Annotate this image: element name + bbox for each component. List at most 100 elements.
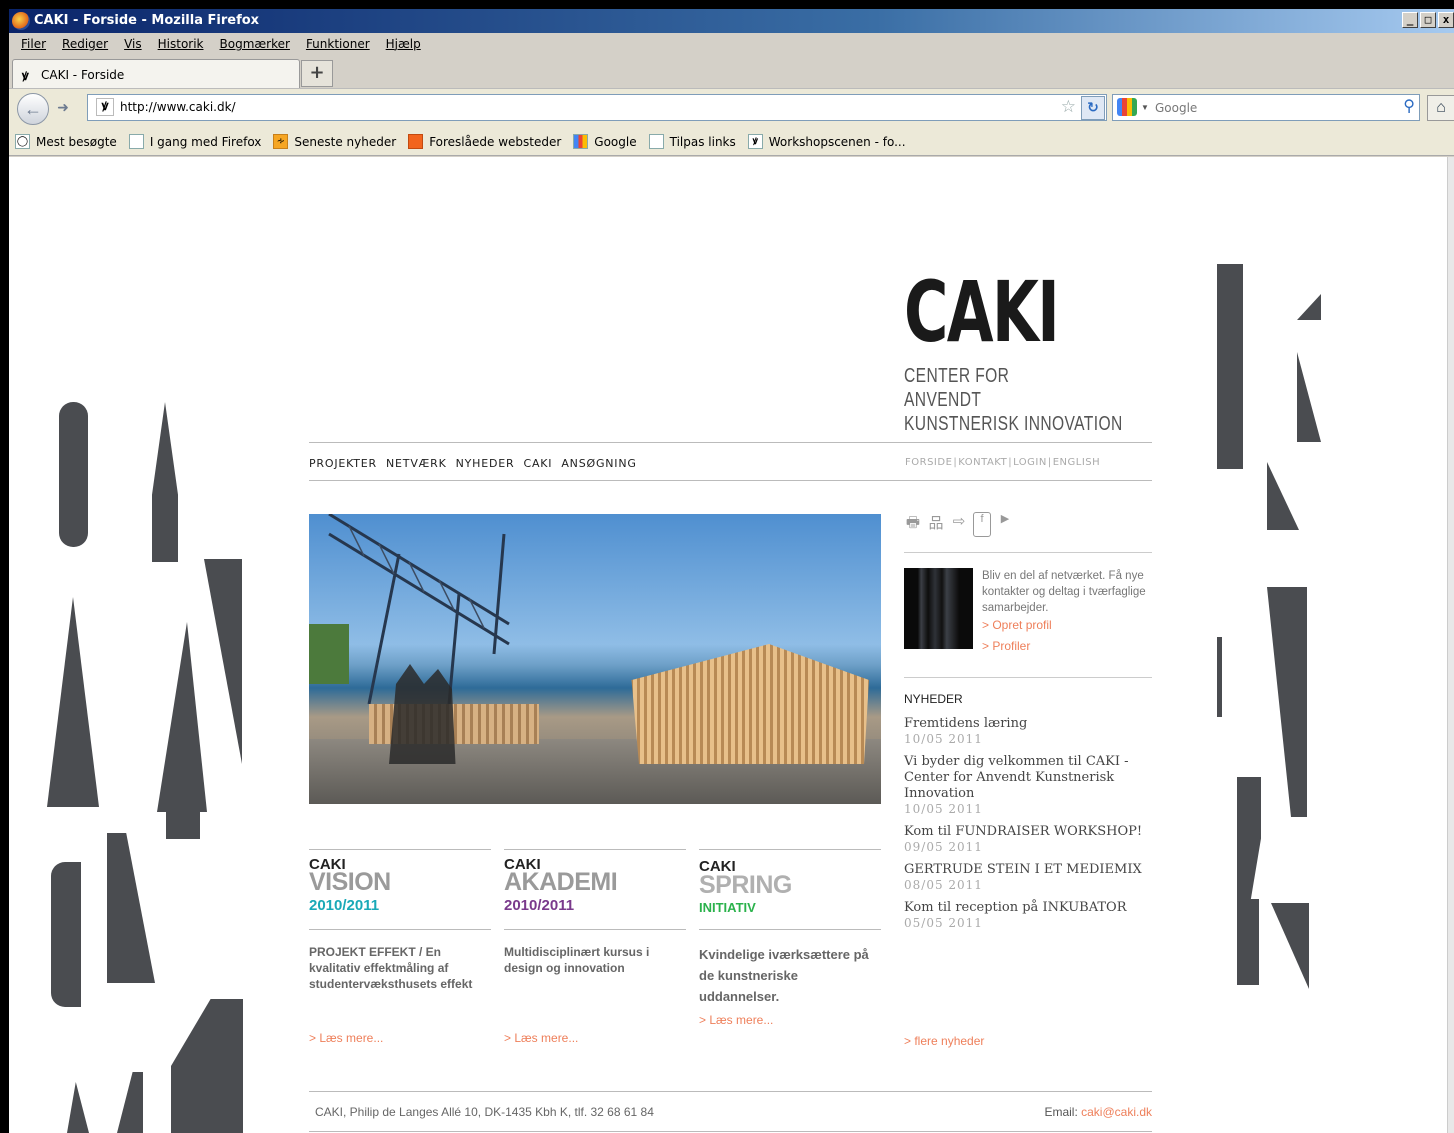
nav-netvaerk[interactable]: NETVÆRK [386,457,447,470]
browser-window: CAKI - Forside - Mozilla Firefox _ □ x F… [9,9,1454,1133]
printer-icon[interactable]: 🖶 [904,512,922,537]
menu-tools[interactable]: Funktioner [298,35,378,57]
bookmark-google[interactable]: Google [573,134,637,149]
news-item[interactable]: Vi byder dig velkommen til CAKI - Center… [904,754,1152,816]
more-news-link[interactable]: > flere nyheder [904,1034,984,1048]
search-bar[interactable]: ▼ Google ⚲ [1112,94,1420,121]
facebook-icon[interactable]: f [973,512,991,537]
news-item[interactable]: Kom til FUNDRAISER WORKSHOP! 09/05 2011 [904,824,1152,854]
news-item[interactable]: Fremtidens læring 10/05 2011 [904,716,1152,746]
navigation-toolbar: ← ➜ ꝟ http://www.caki.dk/ ☆ ▼ ↻ ▼ Google… [9,88,1454,128]
feature-title: VISION [309,868,391,896]
web-page: CAKI CENTER FOR ANVENDT KUNSTNERISK INNO… [9,157,1447,1133]
news-item[interactable]: GERTRUDE STEIN I ET MEDIEMIX 08/05 2011 [904,862,1152,892]
decorative-shape [1217,637,1222,717]
divider [309,1131,1152,1132]
url-bar[interactable]: ꝟ http://www.caki.dk/ ☆ ▼ [87,94,1107,121]
youtube-icon[interactable]: ▶ [996,512,1014,537]
news-title[interactable]: Vi byder dig velkommen til CAKI - Center… [904,754,1152,802]
back-button[interactable]: ← [17,93,49,125]
menu-file[interactable]: Filer [13,35,54,57]
profiles-link[interactable]: > Profiler [982,639,1030,653]
menu-view[interactable]: Vis [116,35,150,57]
news-item[interactable]: Kom til reception på INKUBATOR 05/05 201… [904,900,1152,930]
news-title[interactable]: Kom til FUNDRAISER WORKSHOP! [904,824,1152,840]
site-identity-icon[interactable]: ꝟ [96,98,114,116]
decorative-shape [1217,264,1243,469]
nav-login[interactable]: LOGIN [1013,457,1047,468]
decorative-shape [1271,903,1309,989]
share-icons: 🖶 品 ⇨ f ▶ [904,512,1014,537]
bookmark-suggested-sites[interactable]: Foreslåede websteder [408,134,561,149]
bookmark-workshopscenen[interactable]: ꝟ Workshopscenen - fo... [747,134,906,149]
bookmark-latest-news[interactable]: ∻ Seneste nyheder [273,134,396,149]
caki-logo[interactable]: CAKI CENTER FOR ANVENDT KUNSTNERISK INNO… [904,267,1154,437]
decorative-shape [157,622,207,812]
menu-bookmarks[interactable]: Bogmærker [212,35,298,57]
create-profile-link[interactable]: > Opret profil [982,618,1052,632]
feature-description: Kvindelige iværksættere på de kunstneris… [699,947,869,1004]
news-title[interactable]: GERTRUDE STEIN I ET MEDIEMIX [904,862,1152,878]
nav-caki[interactable]: CAKI [523,457,552,470]
title-bar: CAKI - Forside - Mozilla Firefox _ □ x [9,9,1454,33]
news-heading: NYHEDER [904,692,963,706]
bookmark-star-icon[interactable]: ☆ [1061,97,1076,117]
google-icon[interactable] [1117,98,1137,116]
decorative-shape [67,1082,89,1133]
rss-feed-icon: ∻ [273,134,289,149]
nav-kontakt[interactable]: KONTAKT [958,457,1007,468]
decorative-shape [117,1072,143,1133]
google-icon [573,134,589,149]
search-icon[interactable]: ⚲ [1403,96,1415,116]
search-placeholder[interactable]: Google [1155,101,1197,115]
nav-projekter[interactable]: PROJEKTER [309,457,377,470]
tab-caki[interactable]: ꝟ CAKI - Forside [12,59,300,88]
tab-label: CAKI - Forside [41,68,125,82]
nav-nyheder[interactable]: NYHEDER [456,457,515,470]
utility-navigation: FORSIDE | KONTAKT | LOGIN | ENGLISH [905,457,1101,468]
rss-icon[interactable]: ⇨ [950,512,968,537]
search-engine-dropdown-icon[interactable]: ▼ [1141,103,1149,112]
new-tab-button[interactable]: + [301,60,333,87]
email-link[interactable]: caki@caki.dk [1081,1105,1152,1119]
feature-subtitle: 2010/2011 [309,897,380,914]
bookmark-most-visited[interactable]: ◯ Mest besøgte [15,134,117,149]
read-more-link[interactable]: > Læs mere... [504,1031,578,1045]
firefox-icon [12,12,30,30]
decorative-shape [1267,462,1299,530]
decorative-shape [59,402,88,547]
bookmark-customize-links[interactable]: Tilpas links [648,134,736,149]
news-date: 09/05 2011 [904,840,983,854]
news-title[interactable]: Fremtidens læring [904,716,1152,732]
decorative-shape [1237,899,1259,985]
home-button[interactable]: ⌂ [1427,95,1454,121]
decorative-shape [166,803,200,839]
nav-english[interactable]: ENGLISH [1053,457,1100,468]
network-thumbnail[interactable] [904,568,973,649]
menu-edit[interactable]: Rediger [54,35,116,57]
bookmark-getting-started[interactable]: I gang med Firefox [128,134,261,149]
maximize-button[interactable]: □ [1420,12,1436,28]
page-icon [648,134,664,149]
nav-ansoegning[interactable]: ANSØGNING [561,457,636,470]
logo-tagline-2: ANVENDT [904,389,982,411]
forward-button[interactable]: ➜ [51,99,75,119]
logo-wordmark: CAKI [904,263,1060,361]
menu-help[interactable]: Hjælp [378,35,429,57]
close-button[interactable]: x [1438,12,1454,28]
divider [309,442,1152,443]
menu-history[interactable]: Historik [150,35,212,57]
minimize-button[interactable]: _ [1402,12,1418,28]
nav-forside[interactable]: FORSIDE [905,457,952,468]
hero-image [309,514,881,804]
network-intro: Bliv en del af netværket. Få nye kontakt… [982,570,1146,614]
read-more-link[interactable]: > Læs mere... [699,1013,773,1027]
read-more-link[interactable]: > Læs mere... [309,1031,383,1045]
news-title[interactable]: Kom til reception på INKUBATOR [904,900,1152,916]
reload-button[interactable]: ↻ [1081,96,1105,120]
sitemap-icon[interactable]: 品 [927,512,945,537]
page-scrollbar[interactable] [1447,157,1454,1133]
email-label: Email: [1044,1105,1078,1119]
smart-folder-icon: ◯ [15,134,30,149]
url-text[interactable]: http://www.caki.dk/ [120,100,236,114]
